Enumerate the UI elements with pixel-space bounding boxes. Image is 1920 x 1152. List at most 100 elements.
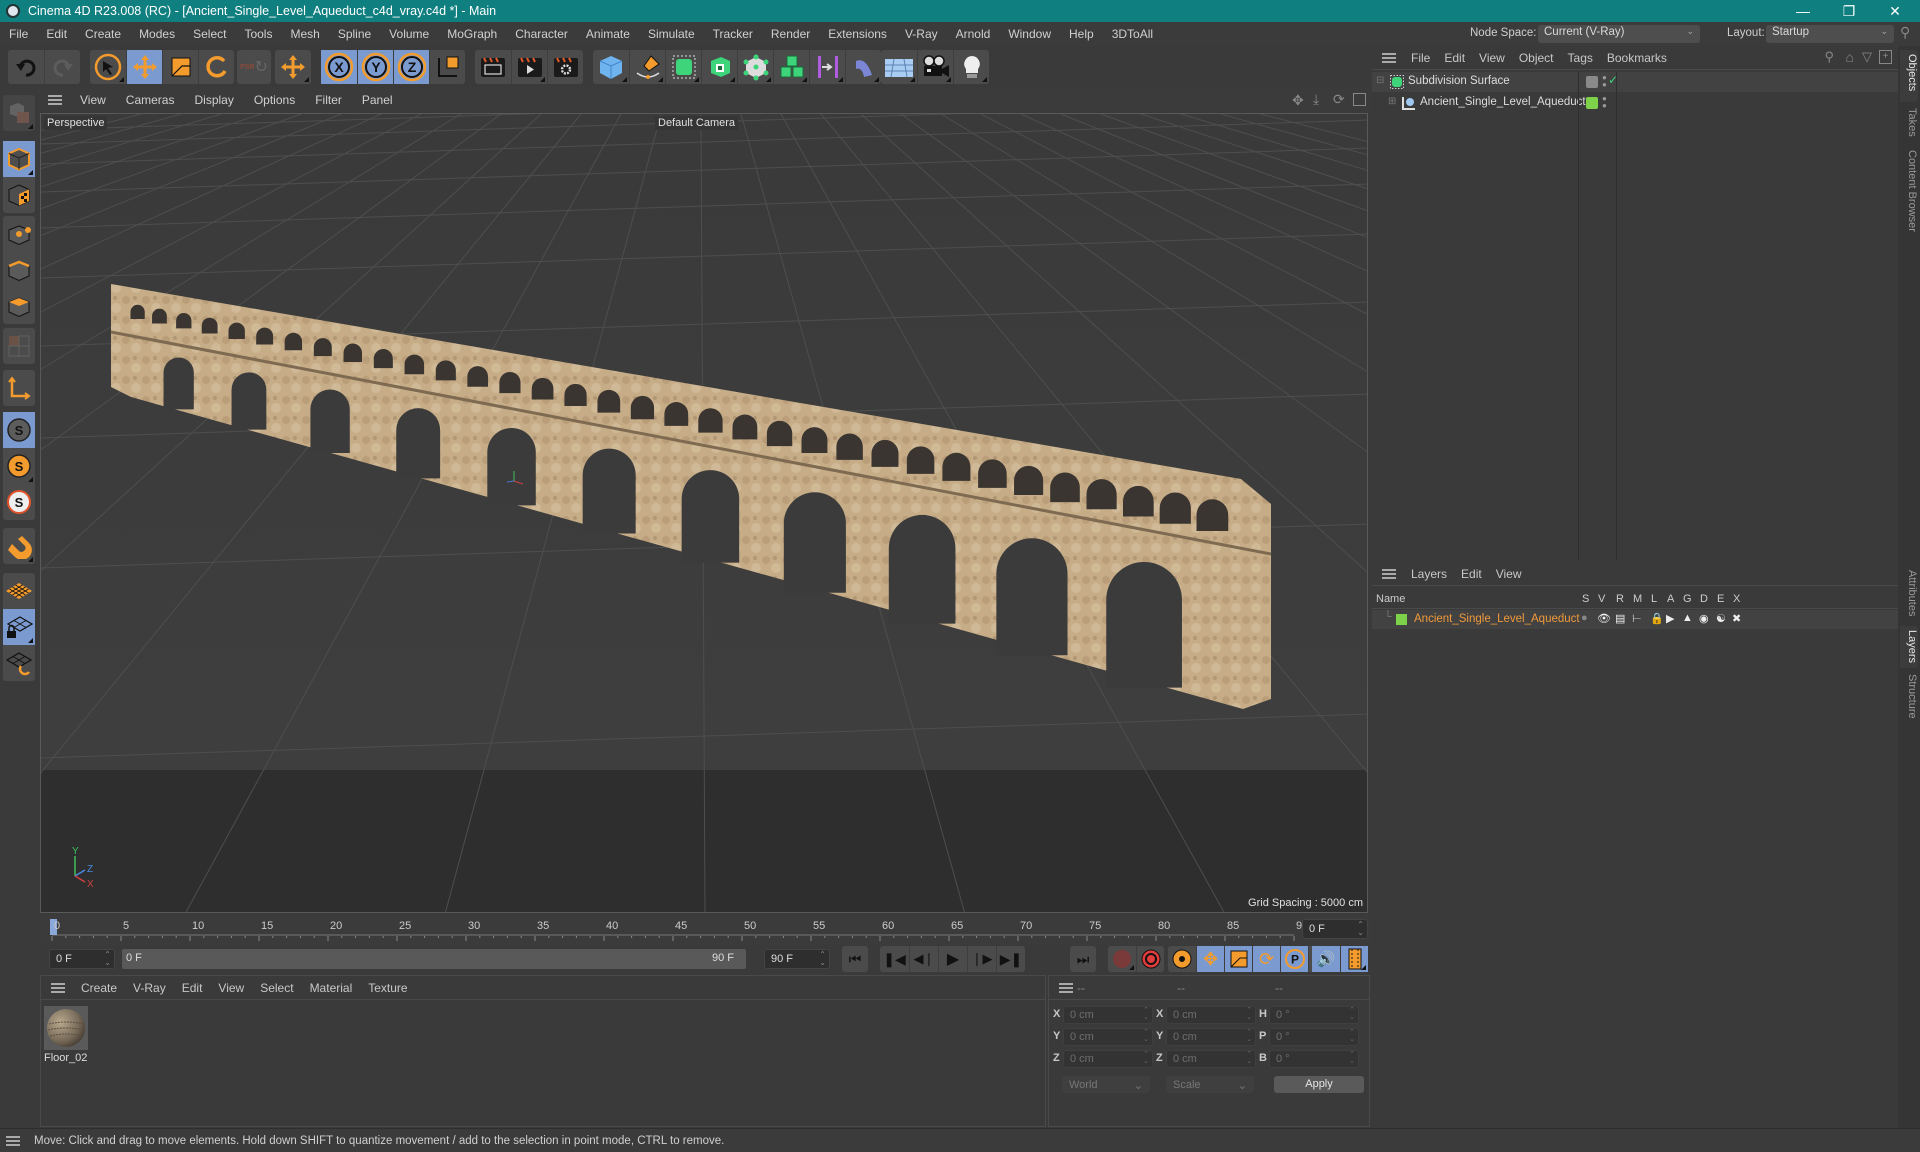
coord-field[interactable]: 0 ° ⌃ ⌄: [1269, 1028, 1359, 1046]
coord-field[interactable]: 0 cm ⌃ ⌄: [1063, 1006, 1153, 1024]
workplane-button[interactable]: [3, 573, 35, 609]
layer-column-d[interactable]: D: [1700, 593, 1708, 605]
object-name[interactable]: Ancient_Single_Level_Aqueduct: [1420, 96, 1586, 108]
menu-render[interactable]: Render: [762, 27, 819, 41]
layer-menu-view[interactable]: View: [1489, 567, 1529, 581]
undo-button[interactable]: [8, 50, 44, 84]
texture-mode-button[interactable]: [3, 177, 35, 213]
status-menu-hamburger-icon[interactable]: [6, 1135, 20, 1146]
menu-mesh[interactable]: Mesh: [281, 27, 328, 41]
material-menu-select[interactable]: Select: [252, 981, 301, 995]
layer-color-swatch[interactable]: [1586, 76, 1598, 88]
object-menu-edit[interactable]: Edit: [1437, 51, 1472, 65]
viewport-dolly-icon[interactable]: ⤓: [1313, 91, 1319, 108]
layer-color-swatch[interactable]: [1586, 97, 1598, 109]
timeline-film-button[interactable]: [1340, 946, 1368, 972]
object-menu-view[interactable]: View: [1472, 51, 1512, 65]
uv-mode-button[interactable]: [3, 328, 35, 364]
x-axis-lock-button[interactable]: X: [321, 50, 357, 84]
layer-column-e[interactable]: E: [1717, 593, 1724, 605]
menu-animate[interactable]: Animate: [577, 27, 639, 41]
menu-arnold[interactable]: Arnold: [947, 27, 1000, 41]
new-view-icon[interactable]: +: [1879, 50, 1892, 64]
object-menu-tags[interactable]: Tags: [1561, 51, 1600, 65]
material-menu-create[interactable]: Create: [73, 981, 125, 995]
extrude-button[interactable]: [701, 50, 737, 84]
deformer-button[interactable]: [737, 50, 773, 84]
make-editable-button[interactable]: [3, 95, 35, 131]
layer-column-g[interactable]: G: [1683, 593, 1692, 605]
render-picture-viewer-button[interactable]: [511, 50, 547, 84]
workplane-sync-button[interactable]: [3, 645, 35, 681]
key-position-button[interactable]: ✥: [1196, 946, 1224, 972]
menu-modes[interactable]: Modes: [130, 27, 184, 41]
layer-name[interactable]: Ancient_Single_Level_Aqueduct: [1414, 613, 1580, 625]
viewport-menu-options[interactable]: Options: [244, 93, 305, 107]
spinner-icon[interactable]: ⌃ ⌄: [1143, 1007, 1149, 1021]
tab-content-browser[interactable]: Content Browser: [1900, 146, 1918, 246]
spinner-icon[interactable]: ⌃ ⌄: [1143, 1051, 1149, 1065]
sound-button[interactable]: 🔊: [1312, 946, 1340, 972]
camera-button[interactable]: [917, 50, 953, 84]
prev-frame-button[interactable]: ◀❘: [909, 946, 938, 972]
viewport-menu-cameras[interactable]: Cameras: [116, 93, 185, 107]
layer-row[interactable]: └ Ancient_Single_Level_Aqueduct ● 👁 ▤ ⊢ 🔒 ▶ ▲ ◉…: [1372, 610, 1898, 629]
viewport-pan-icon[interactable]: ✥: [1292, 92, 1304, 109]
goto-start-button[interactable]: ⏮: [842, 946, 868, 972]
menu-tools[interactable]: Tools: [235, 27, 281, 41]
material-menu-texture[interactable]: Texture: [360, 981, 415, 995]
xref-icon[interactable]: ✖: [1732, 612, 1741, 625]
deformer-icon[interactable]: ◉: [1699, 612, 1709, 625]
spinner-icon[interactable]: ⌃ ⌄: [1246, 1007, 1252, 1021]
subdivision-surface-button[interactable]: [665, 50, 701, 84]
material-menu-view[interactable]: View: [210, 981, 252, 995]
camera-label[interactable]: Default Camera: [655, 116, 739, 130]
tab-objects[interactable]: Objects: [1900, 50, 1918, 102]
y-axis-lock-button[interactable]: Y: [357, 50, 393, 84]
node-space-dropdown[interactable]: Current (V-Ray) ⌄: [1538, 25, 1700, 43]
symmetry-button[interactable]: [809, 50, 845, 84]
collapse-icon[interactable]: ⊟: [1376, 75, 1384, 86]
viewport-maximize-icon[interactable]: [1353, 93, 1366, 106]
rotate-tool-button[interactable]: [198, 50, 234, 84]
redo-button[interactable]: [44, 50, 80, 84]
animation-icon[interactable]: ▶: [1666, 612, 1674, 625]
coord-field[interactable]: 0 ° ⌃ ⌄: [1269, 1050, 1359, 1068]
home-icon[interactable]: ⌂: [1846, 49, 1854, 65]
light-button[interactable]: [953, 50, 989, 84]
spinner-icon[interactable]: ⌃ ⌄: [1246, 1029, 1252, 1043]
points-mode-button[interactable]: [3, 216, 35, 252]
material-menu-hamburger-icon[interactable]: [51, 982, 65, 993]
spinner-icon[interactable]: ⌃ ⌄: [1357, 921, 1364, 937]
viewport-menu-filter[interactable]: Filter: [305, 93, 352, 107]
tab-layers[interactable]: Layers: [1900, 626, 1918, 668]
minimize-button[interactable]: —: [1780, 0, 1826, 22]
workplane-lock-button[interactable]: [3, 609, 35, 645]
menu-3dtoall[interactable]: 3DToAll: [1103, 27, 1162, 41]
prev-key-button[interactable]: ❚◀: [880, 946, 909, 972]
z-axis-lock-button[interactable]: Z: [393, 50, 429, 84]
magnet-button[interactable]: [3, 528, 35, 564]
viewport-menu-hamburger-icon[interactable]: [48, 95, 62, 105]
generator-icon[interactable]: ▲: [1682, 612, 1693, 624]
layer-column-x[interactable]: X: [1733, 593, 1740, 605]
lock-icon[interactable]: 🔒: [1650, 612, 1664, 625]
coord-mode-dropdown[interactable]: Scale ⌄: [1166, 1076, 1254, 1093]
expand-icon[interactable]: ⊞: [1388, 96, 1396, 107]
tab-attributes[interactable]: Attributes: [1900, 566, 1918, 624]
select-tool-button[interactable]: [90, 50, 126, 84]
object-mode-button[interactable]: [3, 141, 35, 177]
visible-icon[interactable]: 👁: [1597, 612, 1611, 625]
render-view-button[interactable]: [475, 50, 511, 84]
menu-vray[interactable]: V-Ray: [896, 27, 947, 41]
cloner-button[interactable]: [773, 50, 809, 84]
visibility-dots-icon[interactable]: ● ●: [1602, 95, 1607, 110]
snap-workplane-button[interactable]: S: [3, 484, 35, 520]
psr-button[interactable]: PSR ↻: [237, 50, 271, 84]
current-frame-field[interactable]: 0 F ⌃ ⌄: [1302, 919, 1368, 939]
edges-mode-button[interactable]: [3, 252, 35, 288]
snap-button[interactable]: S: [3, 412, 35, 448]
scale-tool-button[interactable]: [162, 50, 198, 84]
layer-column-m[interactable]: M: [1633, 593, 1642, 605]
frame-range-slider[interactable]: 0 F 90 F: [122, 949, 746, 969]
